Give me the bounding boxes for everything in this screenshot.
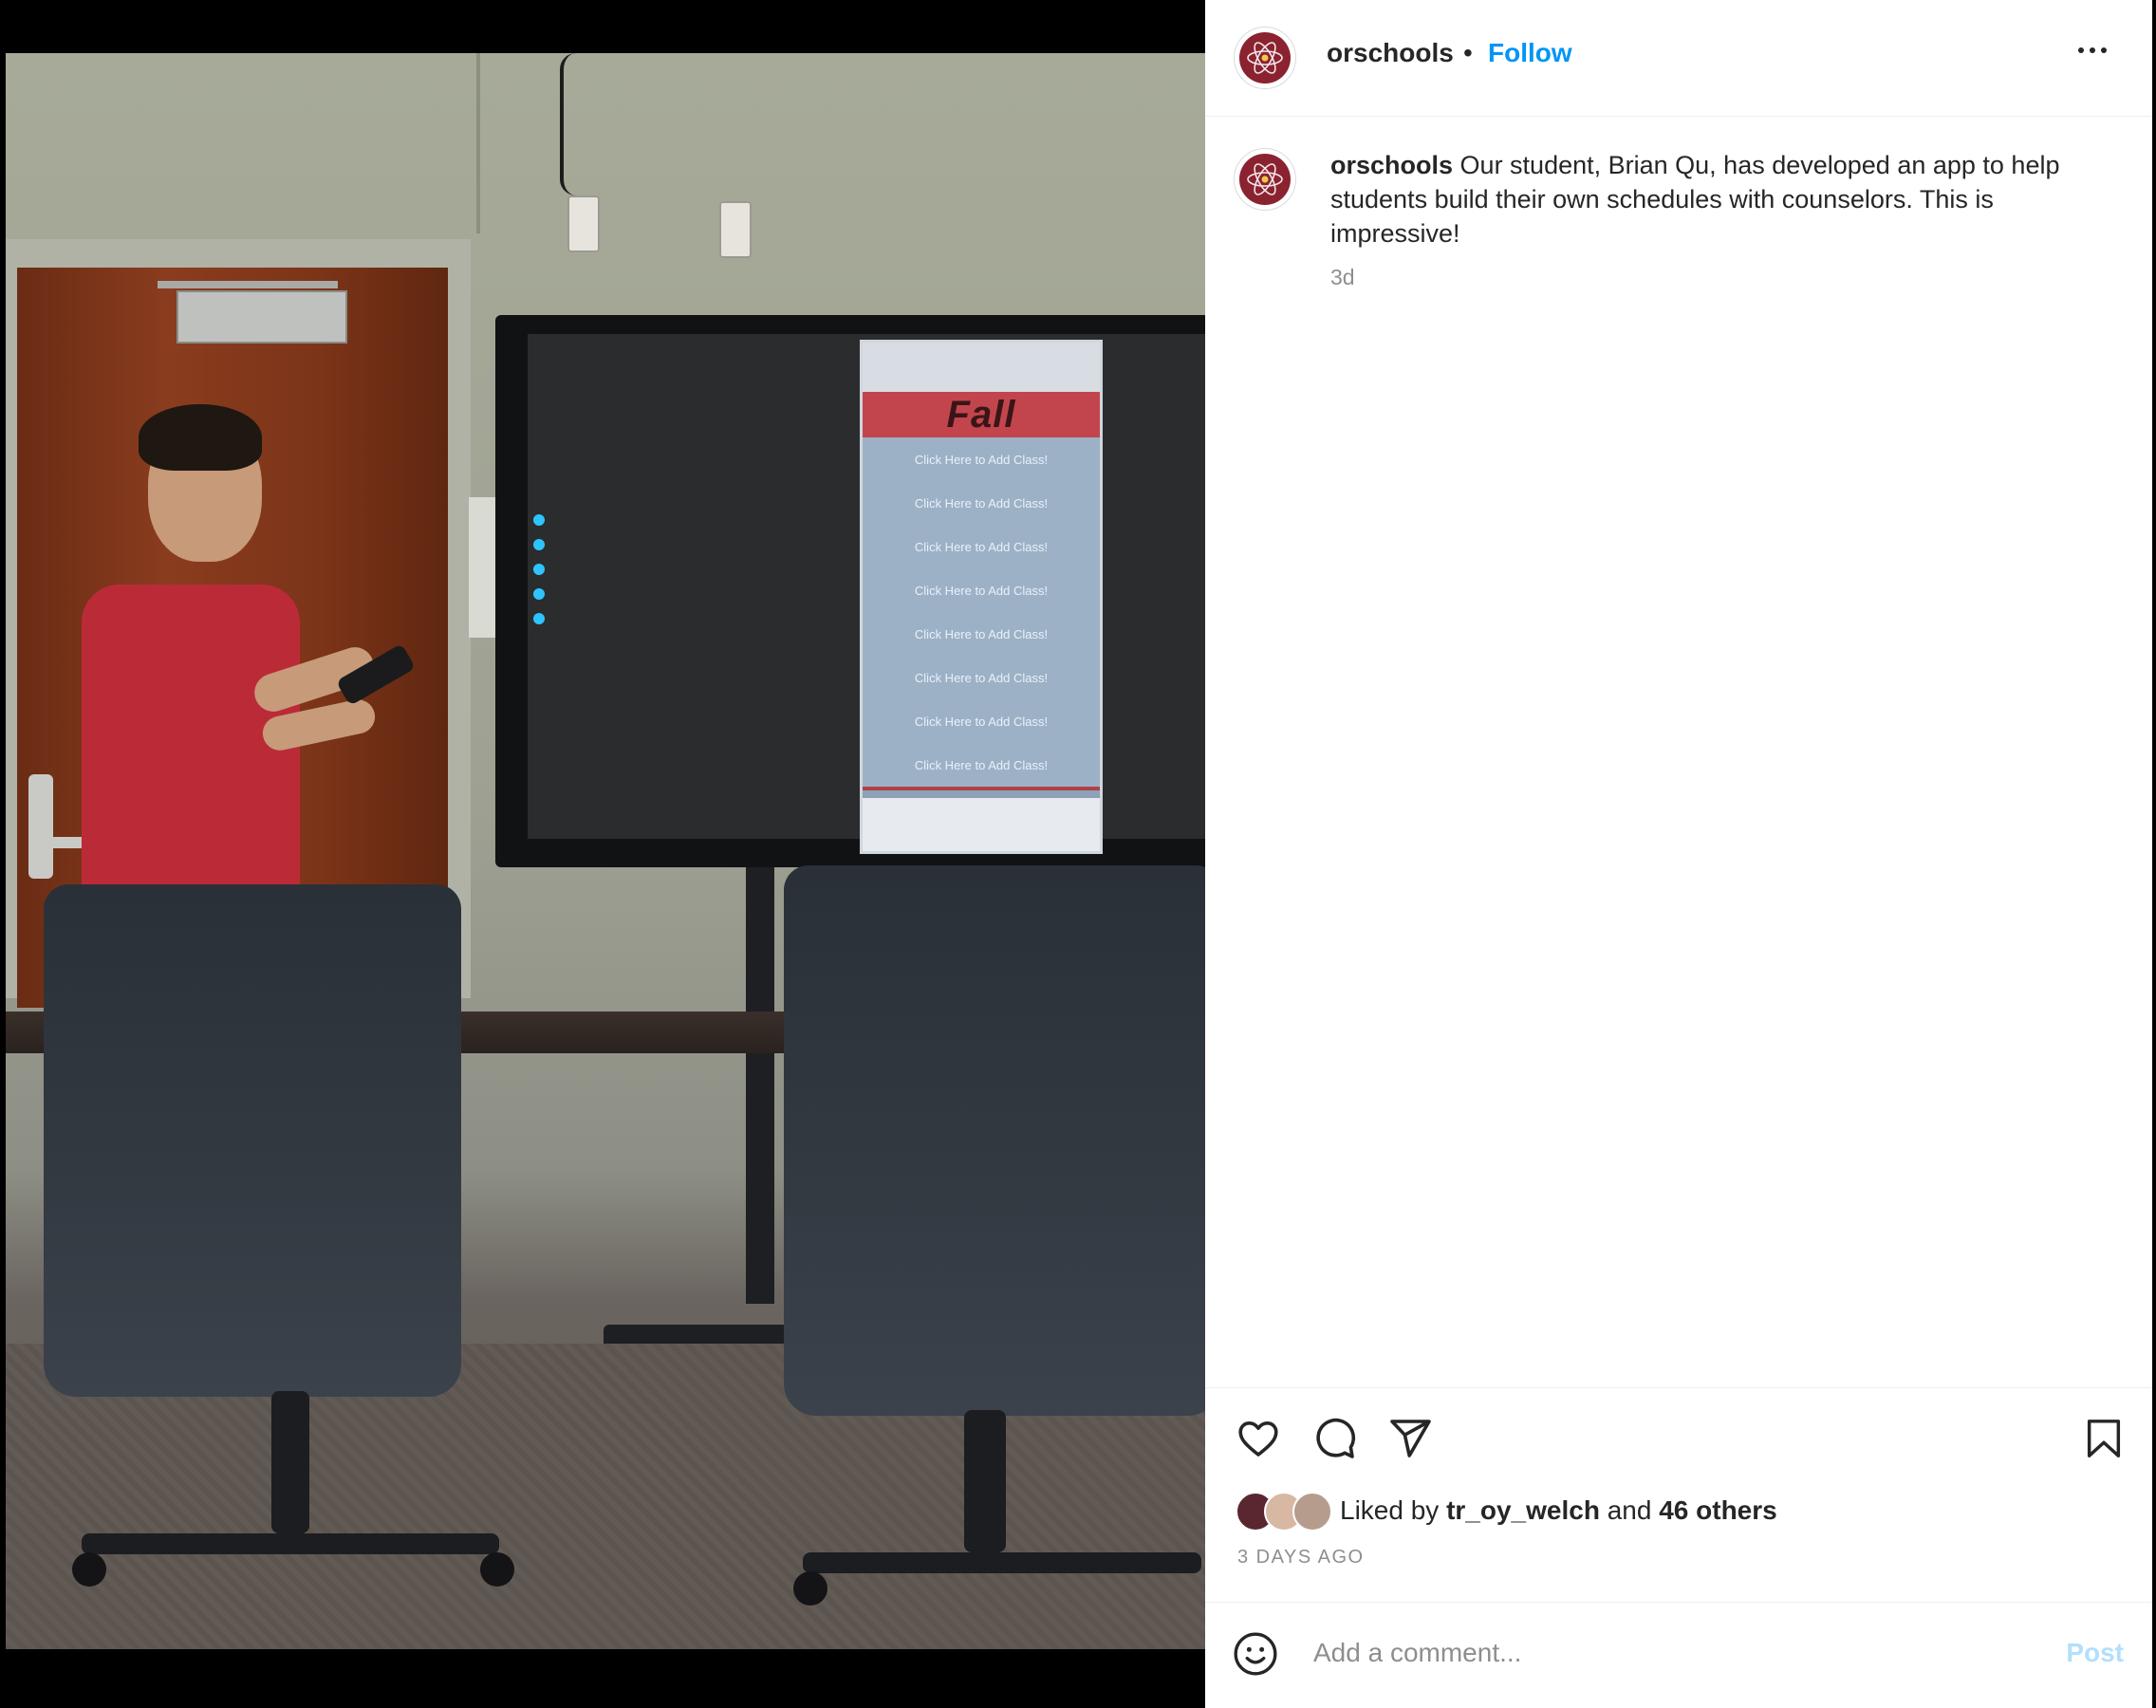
tv-monitor: Fall Click Here to Add Class! Click Here…	[495, 315, 1205, 867]
post-comment-button[interactable]: Post	[2066, 1638, 2124, 1668]
post-caption: orschools Our student, Brian Qu, has dev…	[1330, 148, 2090, 251]
likes-count[interactable]: 46 others	[1659, 1495, 1777, 1525]
paper-plane-icon[interactable]	[1387, 1416, 1433, 1466]
caption-username[interactable]: orschools	[1330, 151, 1453, 179]
comment-form: Post	[1205, 1604, 2152, 1706]
liker-avatars[interactable]	[1236, 1490, 1334, 1532]
app-screen: Fall Click Here to Add Class! Click Here…	[860, 340, 1103, 854]
smiley-icon[interactable]	[1232, 1630, 1279, 1682]
screen-row: Click Here to Add Class!	[863, 656, 1100, 703]
liked-by-prefix: Liked by	[1340, 1495, 1440, 1525]
header-divider	[1205, 116, 2152, 117]
chair	[784, 865, 1205, 1416]
caption-age[interactable]: 3d	[1330, 265, 1355, 290]
liked-by-text: Liked by tr_oy_welch and 46 others	[1340, 1495, 1777, 1526]
separator-dot: •	[1463, 38, 1473, 67]
comment-divider	[1205, 1602, 2152, 1603]
liked-by-row: Liked by tr_oy_welch and 46 others	[1236, 1490, 1777, 1532]
photo-scene: Fall Click Here to Add Class! Click Here…	[6, 53, 1205, 1649]
liked-by-and: and	[1607, 1495, 1652, 1525]
screen-row: Click Here to Add Class!	[863, 743, 1100, 790]
post-username[interactable]: orschools	[1327, 38, 1454, 68]
screen-row: Click Here to Add Class!	[863, 437, 1100, 485]
liker-username[interactable]: tr_oy_welch	[1446, 1495, 1600, 1525]
atom-logo-icon	[1247, 42, 1283, 74]
chair	[44, 884, 461, 1397]
heart-icon[interactable]	[1236, 1416, 1281, 1466]
profile-avatar[interactable]	[1234, 27, 1296, 89]
bookmark-icon[interactable]	[2082, 1416, 2126, 1466]
screen-row: Click Here to Add Class!	[863, 699, 1100, 747]
comment-bubble-icon[interactable]	[1311, 1416, 1357, 1466]
screen-row: Click Here to Add Class!	[863, 612, 1100, 659]
screen-row: Click Here to Add Class!	[863, 481, 1100, 529]
post-photo[interactable]: Fall Click Here to Add Class! Click Here…	[6, 0, 1205, 1708]
caption-avatar[interactable]	[1234, 148, 1296, 211]
atom-logo-icon	[1247, 163, 1283, 195]
post-date[interactable]: 3 DAYS AGO	[1237, 1547, 1365, 1569]
screen-row: Click Here to Add Class!	[863, 525, 1100, 572]
actions-divider	[1205, 1387, 2152, 1388]
screen-row: Click Here to Add Class!	[863, 568, 1100, 616]
post-details-panel: orschools • Follow orschools Our student…	[1205, 0, 2152, 1708]
more-options-icon[interactable]	[2078, 47, 2107, 53]
screen-title: Fall	[863, 392, 1100, 437]
comment-input[interactable]	[1311, 1626, 2036, 1680]
follow-button[interactable]: Follow	[1488, 38, 1572, 68]
